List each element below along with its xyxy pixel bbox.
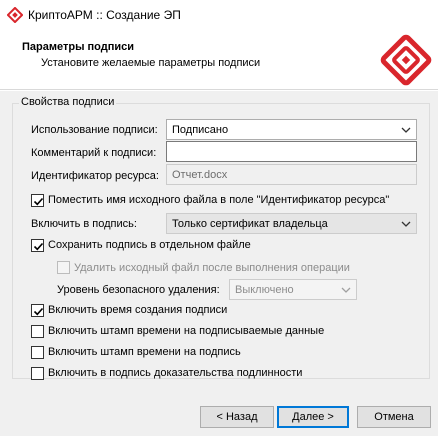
wizard-content: Свойства подписи Использование подписи: … <box>0 91 438 436</box>
checkmark-icon <box>33 242 44 251</box>
timestamp-data-checkbox[interactable] <box>31 325 44 338</box>
save-separate-checkbox[interactable] <box>31 239 44 252</box>
usage-label: Использование подписи: <box>31 124 158 136</box>
back-button[interactable]: < Назад <box>200 406 274 428</box>
resource-value: Отчет.docx <box>172 169 228 181</box>
comment-label: Комментарий к подписи: <box>31 147 157 159</box>
evidence-label: Включить в подпись доказательства подлин… <box>48 367 303 379</box>
secure-delete-value: Выключено <box>235 284 294 296</box>
timestamp-signature-label: Включить штамп времени на подпись <box>48 346 241 358</box>
delete-source-checkbox[interactable] <box>57 261 70 274</box>
page-title: Параметры подписи <box>22 41 135 53</box>
resource-input[interactable]: Отчет.docx <box>166 164 417 185</box>
cancel-button[interactable]: Отмена <box>357 406 431 428</box>
secure-delete-label: Уровень безопасного удаления: <box>57 284 220 296</box>
put-filename-checkbox[interactable] <box>31 194 44 207</box>
resource-label: Идентификатор ресурса: <box>31 170 159 182</box>
include-value: Только сертификат владельца <box>172 218 328 230</box>
evidence-checkbox[interactable] <box>31 367 44 380</box>
kriptoarm-logo-icon <box>380 34 432 86</box>
delete-source-label: Удалить исходный файл после выполнения о… <box>74 262 350 274</box>
timestamp-signature-checkbox[interactable] <box>31 346 44 359</box>
wizard-header: Параметры подписи Установите желаемые па… <box>0 30 438 90</box>
include-time-checkbox[interactable] <box>31 304 44 317</box>
chevron-down-icon <box>341 285 351 295</box>
checkmark-icon <box>33 197 44 206</box>
timestamp-data-label: Включить штамп времени на подписываемые … <box>48 325 325 337</box>
page-subtitle: Установите желаемые параметры подписи <box>41 57 261 69</box>
title-bar: КриптоАРМ :: Создание ЭП <box>0 0 438 30</box>
usage-dropdown[interactable]: Подписано <box>166 119 417 140</box>
checkmark-icon <box>33 307 44 316</box>
window-title: КриптоАРМ :: Создание ЭП <box>28 8 181 22</box>
app-icon <box>6 6 24 24</box>
usage-value: Подписано <box>172 124 229 136</box>
secure-delete-dropdown[interactable]: Выключено <box>229 279 357 300</box>
save-separate-label: Сохранить подпись в отдельном файле <box>48 239 251 251</box>
group-label: Свойства подписи <box>19 96 117 108</box>
include-time-label: Включить время создания подписи <box>48 304 228 316</box>
chevron-down-icon <box>401 219 411 229</box>
put-filename-label: Поместить имя исходного файла в поле "Ид… <box>48 194 390 206</box>
include-dropdown[interactable]: Только сертификат владельца <box>166 213 417 234</box>
chevron-down-icon <box>401 125 411 135</box>
next-button[interactable]: Далее > <box>277 406 349 428</box>
include-label: Включить в подпись: <box>31 218 137 230</box>
comment-input[interactable] <box>166 141 417 162</box>
